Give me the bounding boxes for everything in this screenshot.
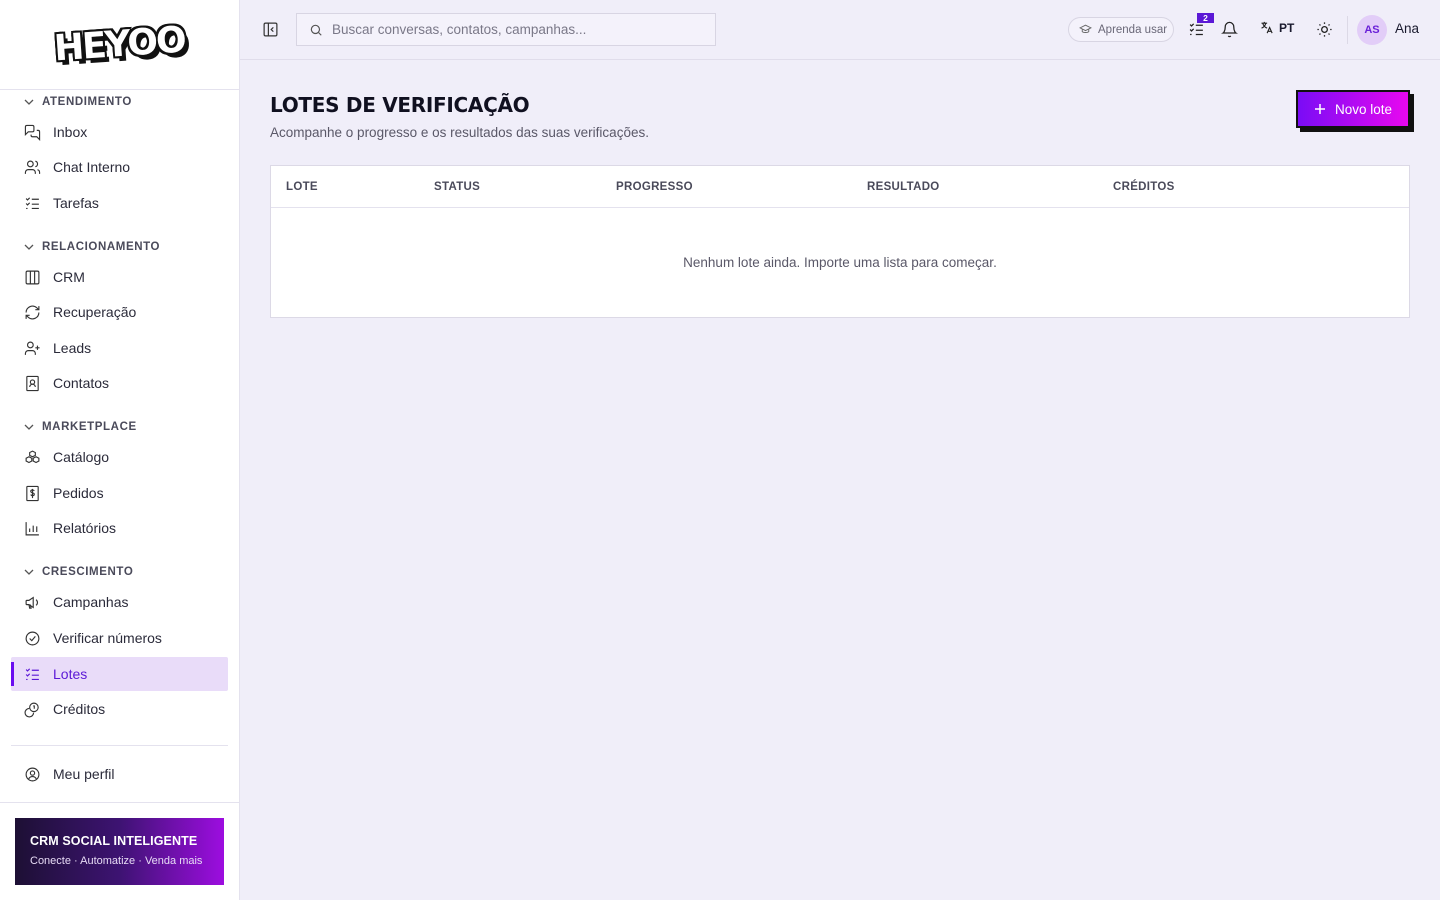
column-header-status[interactable]: STATUS	[434, 181, 480, 193]
users-icon	[24, 160, 41, 174]
chevron-down-icon	[24, 424, 34, 430]
promo-title: CRM SOCIAL INTELIGENTE	[30, 834, 198, 848]
sidebar-item-label: Inbox	[53, 124, 88, 140]
top-bar: Aprenda usar 2 PT AS Ana	[240, 0, 1440, 60]
sidebar-item-label: CRM	[53, 269, 85, 285]
sidebar-collapse-icon[interactable]	[262, 21, 279, 38]
receipt-dollar-icon	[26, 485, 39, 501]
sidebar-item-label: Catálogo	[53, 449, 110, 465]
header-separator	[1347, 16, 1348, 44]
tasks-badge: 2	[1197, 13, 1214, 23]
promo-banner[interactable]: CRM SOCIAL INTELIGENTE Conecte · Automat…	[15, 818, 224, 885]
chevron-down-icon	[24, 244, 34, 250]
avatar[interactable]: AS	[1357, 15, 1387, 45]
sidebar-item-lotes[interactable]: Lotes	[11, 657, 228, 691]
chat-bubbles-icon	[24, 124, 41, 141]
sidebar-item-label: Créditos	[53, 701, 106, 717]
chevron-down-icon	[24, 99, 34, 105]
contact-book-icon	[26, 375, 39, 391]
coins-icon	[24, 702, 39, 717]
sidebar-item-leads[interactable]: Leads	[11, 331, 228, 365]
search-input[interactable]	[332, 22, 702, 37]
sidebar-item-label: Campanhas	[53, 594, 129, 610]
sidebar-item-label: Chat Interno	[53, 159, 131, 175]
section-marketplace[interactable]: MARKETPLACE	[24, 421, 137, 433]
refresh-icon	[25, 305, 40, 319]
sidebar-item-label: Pedidos	[53, 485, 104, 501]
column-header-lote[interactable]: LOTE	[286, 181, 318, 193]
sidebar: HEYOO ATENDIMENTO Inbox Chat Interno Tar…	[0, 0, 240, 900]
sidebar-item-creditos[interactable]: Créditos	[11, 692, 228, 726]
sun-icon[interactable]	[1316, 21, 1333, 38]
sidebar-item-crm[interactable]: CRM	[11, 260, 228, 294]
user-circle-icon	[25, 767, 40, 781]
section-title: RELACIONAMENTO	[42, 241, 161, 253]
sidebar-item-label: Meu perfil	[53, 766, 115, 782]
sidebar-item-verificar-numeros[interactable]: Verificar números	[11, 621, 228, 655]
tasks-icon[interactable]	[1188, 21, 1205, 38]
chevron-down-icon	[24, 569, 34, 575]
sidebar-item-campanhas[interactable]: Campanhas	[11, 585, 228, 619]
sidebar-item-tarefas[interactable]: Tarefas	[11, 186, 228, 220]
learn-button-label: Aprenda usar	[1098, 23, 1168, 36]
sidebar-item-recuperacao[interactable]: Recuperação	[11, 295, 228, 329]
sidebar-item-label: Lotes	[53, 666, 88, 682]
sidebar-item-label: Tarefas	[53, 195, 99, 211]
graduation-cap-icon	[1079, 24, 1092, 33]
learn-button[interactable]: Aprenda usar	[1068, 17, 1174, 42]
sidebar-item-label: Relatórios	[53, 520, 117, 536]
section-title: MARKETPLACE	[42, 421, 137, 433]
plus-icon	[1314, 104, 1325, 114]
megaphone-icon	[25, 595, 38, 609]
section-atendimento[interactable]: ATENDIMENTO	[24, 96, 132, 108]
sidebar-item-label: Recuperação	[53, 304, 137, 320]
sidebar-item-pedidos[interactable]: Pedidos	[11, 476, 228, 510]
sidebar-divider	[11, 745, 228, 746]
sidebar-item-label: Contatos	[53, 375, 110, 391]
logo-area: HEYOO	[0, 0, 239, 90]
promo-subtitle: Conecte · Automatize · Venda mais	[30, 855, 203, 867]
sidebar-item-chat-interno[interactable]: Chat Interno	[11, 150, 228, 184]
columns-icon	[25, 270, 40, 284]
section-title: ATENDIMENTO	[42, 96, 132, 108]
section-title: CRESCIMENTO	[42, 566, 134, 578]
language-code: PT	[1279, 20, 1295, 35]
bell-icon[interactable]	[1221, 21, 1238, 38]
boxes-icon	[25, 449, 40, 463]
sidebar-item-contatos[interactable]: Contatos	[11, 366, 228, 400]
column-header-resultado[interactable]: RESULTADO	[867, 181, 940, 193]
list-checks-icon	[25, 667, 39, 680]
sidebar-item-meu-perfil[interactable]: Meu perfil	[11, 757, 228, 791]
section-crescimento[interactable]: CRESCIMENTO	[24, 566, 133, 578]
batches-table: LOTE STATUS PROGRESSO RESULTADO CRÉDITOS…	[270, 165, 1410, 318]
translate-icon	[1261, 21, 1273, 34]
user-plus-icon	[24, 341, 40, 355]
column-header-progresso[interactable]: PROGRESSO	[616, 181, 693, 193]
heyoo-logo[interactable]: HEYOO	[53, 19, 186, 69]
user-name[interactable]: Ana	[1395, 21, 1419, 36]
sidebar-item-catalogo[interactable]: Catálogo	[11, 440, 228, 474]
check-circle-icon	[25, 631, 40, 645]
section-relacionamento[interactable]: RELACIONAMENTO	[24, 241, 160, 253]
page-title: LOTES DE VERIFICAÇÃO	[270, 93, 530, 117]
new-batch-button-label: Novo lote	[1334, 101, 1393, 117]
sidebar-item-label: Verificar números	[53, 630, 162, 646]
sidebar-item-relatorios[interactable]: Relatórios	[11, 511, 228, 545]
new-batch-button[interactable]: Novo lote	[1296, 90, 1410, 128]
list-checks-icon	[25, 196, 39, 209]
table-header: LOTE STATUS PROGRESSO RESULTADO CRÉDITOS	[271, 166, 1409, 208]
search-icon	[310, 24, 322, 36]
page-subtitle: Acompanhe o progresso e os resultados da…	[270, 125, 649, 140]
search-bar[interactable]	[296, 13, 716, 46]
bar-chart-icon	[25, 521, 39, 535]
sidebar-item-inbox[interactable]: Inbox	[11, 115, 228, 149]
language-switcher[interactable]: PT	[1259, 20, 1294, 35]
empty-state-message: Nenhum lote ainda. Importe uma lista par…	[683, 255, 997, 270]
sidebar-item-label: Leads	[53, 340, 92, 356]
sidebar-footer-divider	[0, 802, 239, 803]
column-header-creditos[interactable]: CRÉDITOS	[1113, 181, 1175, 193]
